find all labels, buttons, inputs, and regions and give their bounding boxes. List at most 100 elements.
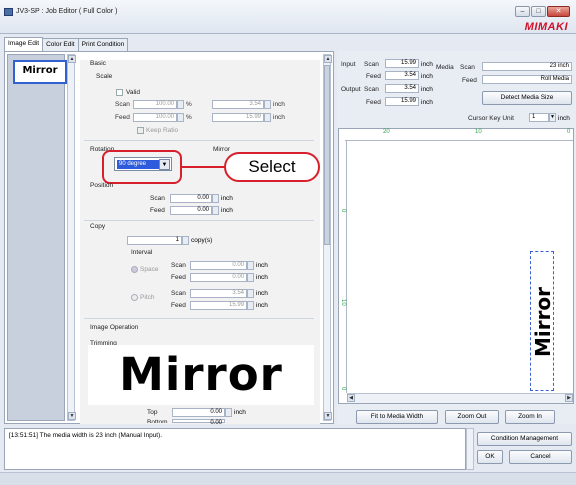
maximize-button[interactable]: □ — [531, 6, 546, 17]
zoom-out-button[interactable]: Zoom Out — [445, 410, 499, 424]
spin-icon[interactable] — [247, 273, 254, 282]
spin-icon[interactable] — [212, 206, 219, 215]
inch-unit: inch — [221, 207, 233, 214]
thumbnail-scrollbar[interactable]: ▲ ▼ — [67, 54, 76, 421]
ruler-label: 0 — [340, 387, 346, 391]
thumbnail-list: Mirror — [7, 54, 67, 421]
spin-icon[interactable] — [177, 113, 184, 122]
scroll-right-icon[interactable]: ▶ — [565, 394, 573, 402]
inch-unit: inch — [221, 195, 233, 202]
spin-icon[interactable] — [247, 301, 254, 310]
percent-unit: % — [186, 101, 192, 108]
spin-icon[interactable] — [264, 113, 271, 122]
scroll-down-icon[interactable]: ▼ — [324, 412, 332, 420]
inch-unit: inch — [273, 101, 285, 108]
valid-checkbox[interactable] — [116, 89, 123, 96]
inch-unit: inch — [558, 115, 570, 122]
chevron-down-icon[interactable]: ▼ — [549, 113, 556, 122]
scroll-up-icon[interactable]: ▲ — [68, 55, 76, 63]
position-feed-input[interactable]: 0.00 — [170, 206, 212, 215]
settings-scrollbar[interactable]: ▲ ▼ — [323, 54, 332, 421]
scale-title: Scale — [96, 73, 113, 80]
spin-icon[interactable] — [247, 289, 254, 298]
spin-icon[interactable] — [225, 408, 232, 417]
spin-icon[interactable] — [177, 100, 184, 109]
spin-icon[interactable] — [212, 194, 219, 203]
cursor-key-label: Cursor Key Unit — [468, 115, 514, 122]
trim-bottom-input[interactable]: 0.00 — [172, 419, 225, 426]
scale-feed-percent[interactable]: 100.00 — [133, 113, 177, 122]
pitch-label: Pitch — [140, 294, 155, 301]
preview-job-frame[interactable]: Mirror — [530, 251, 554, 391]
close-button[interactable]: ✕ — [547, 6, 570, 17]
fit-to-media-width-button[interactable]: Fit to Media Width — [356, 410, 438, 424]
space-scan-input[interactable]: 0.00 — [190, 261, 247, 270]
ok-button[interactable]: OK — [477, 450, 503, 464]
input-scan-value: 15.99 — [385, 59, 419, 68]
pitch-feed-input[interactable]: 15.99 — [190, 301, 247, 310]
input-scan-label: Scan — [364, 61, 379, 68]
highlight-ring — [102, 150, 182, 184]
minimize-button[interactable]: – — [515, 6, 530, 17]
valid-label: Valid — [126, 89, 140, 96]
scroll-thumb[interactable] — [324, 65, 330, 245]
inch-unit: inch — [256, 274, 268, 281]
spin-icon[interactable] — [182, 236, 189, 245]
scale-scan-inch[interactable]: 3.54 — [212, 100, 264, 109]
title-bar: JV3-SP : Job Editor ( Full Color ) – □ ✕… — [0, 0, 576, 34]
input-feed-label: Feed — [366, 73, 381, 80]
ruler-label: 10 — [340, 299, 346, 306]
scroll-down-icon[interactable]: ▼ — [68, 412, 76, 420]
pitch-scan-input[interactable]: 3.54 — [190, 289, 247, 298]
scale-scan-percent[interactable]: 100.00 — [133, 100, 177, 109]
input-label: Input — [341, 61, 356, 68]
inch-unit: inch — [256, 302, 268, 309]
space-radio[interactable] — [131, 266, 138, 273]
media-feed-value: Roll Media — [482, 75, 572, 84]
status-log: [13:51:51] The media width is 23 inch (M… — [4, 428, 466, 470]
side-ruler: 0 10 0 — [339, 141, 347, 393]
status-scrollbar[interactable] — [466, 428, 474, 470]
tab-print-condition[interactable]: Print Condition — [77, 38, 129, 51]
detect-media-size-button[interactable]: Detect Media Size — [482, 91, 572, 105]
preview-hscrollbar[interactable]: ◀ ▶ — [347, 393, 573, 403]
inch-unit: inch — [273, 114, 285, 121]
position-feed-label: Feed — [150, 207, 165, 214]
scroll-left-icon[interactable]: ◀ — [347, 394, 355, 402]
input-feed-value: 3.54 — [385, 71, 419, 80]
output-scan-label: Scan — [364, 86, 379, 93]
scroll-up-icon[interactable]: ▲ — [324, 55, 332, 63]
spin-icon[interactable] — [264, 100, 271, 109]
keep-ratio-checkbox[interactable] — [137, 127, 144, 134]
inch-unit: inch — [421, 86, 433, 93]
media-label: Media — [436, 64, 454, 71]
cursor-key-select[interactable]: 1 — [529, 113, 549, 122]
callout-connector — [182, 166, 225, 168]
spin-icon[interactable] — [247, 261, 254, 270]
trim-top-input[interactable]: 0.00 — [172, 408, 225, 417]
status-message: [13:51:51] The media width is 23 inch (M… — [9, 432, 163, 439]
output-feed-value: 15.99 — [385, 97, 419, 106]
job-thumbnail[interactable]: Mirror — [13, 60, 67, 84]
pitch-radio[interactable] — [131, 294, 138, 301]
inch-unit: inch — [256, 290, 268, 297]
divider — [84, 140, 314, 141]
tab-color-edit[interactable]: Color Edit — [42, 38, 79, 51]
zoom-in-button[interactable]: Zoom In — [505, 410, 555, 424]
cancel-button[interactable]: Cancel — [509, 450, 572, 464]
copy-count-input[interactable]: 1 — [127, 236, 182, 245]
image-operation-title: Image Operation — [90, 324, 139, 331]
inch-unit: inch — [421, 99, 433, 106]
position-label: Position — [90, 182, 114, 189]
trimming-preview-image: Mirror — [88, 345, 314, 405]
inch-unit: inch — [256, 262, 268, 269]
trim-bottom-label: Bottom — [147, 419, 168, 423]
tab-image-edit[interactable]: Image Edit — [4, 37, 44, 51]
position-scan-input[interactable]: 0.00 — [170, 194, 212, 203]
condition-management-button[interactable]: Condition Management — [477, 432, 572, 446]
divider — [84, 220, 314, 221]
space-feed-label: Feed — [171, 274, 186, 281]
window-title: JV3-SP : Job Editor ( Full Color ) — [16, 8, 118, 15]
scale-feed-inch[interactable]: 15.99 — [212, 113, 264, 122]
space-feed-input[interactable]: 0.00 — [190, 273, 247, 282]
